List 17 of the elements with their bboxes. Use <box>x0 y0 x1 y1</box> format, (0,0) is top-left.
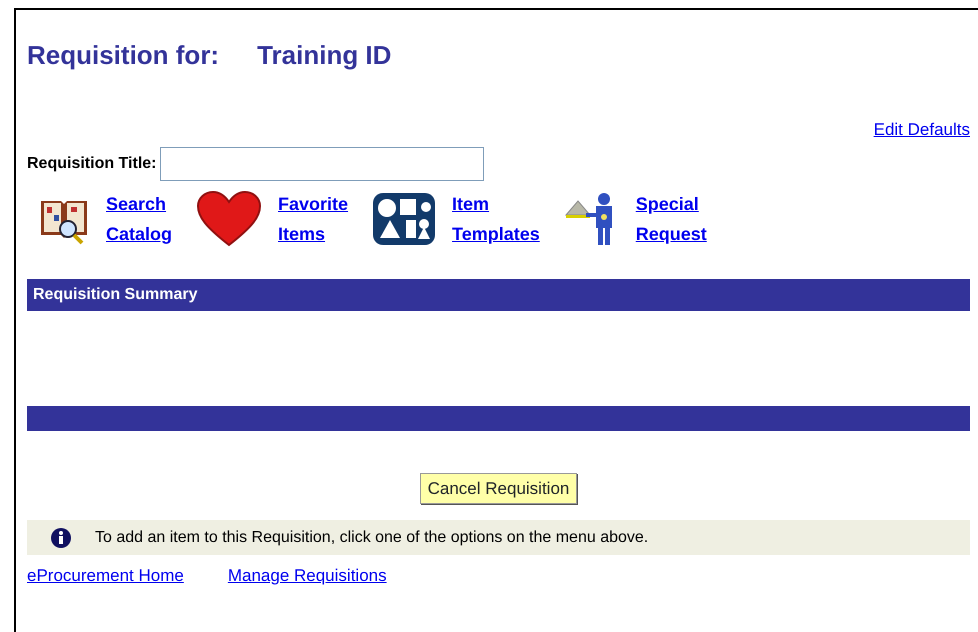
menu-link[interactable]: Search Catalog <box>106 188 172 248</box>
menu-link[interactable]: Favorite Items <box>278 188 348 248</box>
menu-link[interactable]: Special Request <box>636 188 707 248</box>
header-value: Training ID <box>257 39 392 72</box>
shapes-icon[interactable] <box>372 192 436 246</box>
cancel-button[interactable]: Cancel Requisition <box>420 472 578 504</box>
heart-icon[interactable] <box>196 190 262 246</box>
footer-link[interactable]: eProcurement Home <box>27 563 184 588</box>
edit-defaults-link[interactable]: Edit Defaults <box>874 120 970 139</box>
menu-link[interactable]: Item Templates <box>452 188 540 248</box>
info-icon <box>51 528 71 548</box>
summary-header: Requisition Summary <box>27 278 970 310</box>
footer-link[interactable]: Manage Requisitions <box>228 563 387 588</box>
field-label: Requisition Title: <box>27 154 156 174</box>
header-label: Requisition for: <box>27 39 220 72</box>
requisition-title-field[interactable] <box>160 146 484 180</box>
info-message: To add an item to this Requisition, click one of the options on the menu above. <box>95 528 648 548</box>
